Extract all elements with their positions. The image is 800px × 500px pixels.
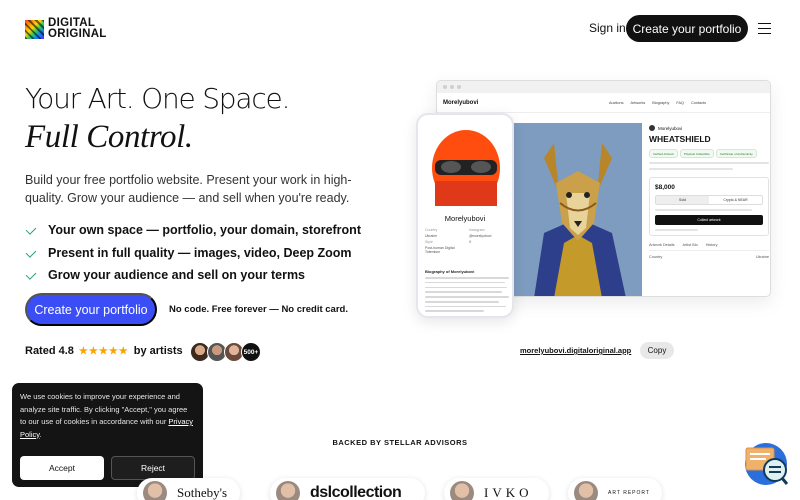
partner-card: IVKO xyxy=(444,478,549,500)
create-portfolio-button[interactable]: Create your portfolio xyxy=(25,293,157,326)
hamburger-menu-icon[interactable] xyxy=(758,23,771,34)
preview-nav-link: Auctions xyxy=(608,100,624,105)
artwork-chips: Verified Artwork Physical Collectible Ce… xyxy=(649,149,769,158)
country-row: Country Ukraine xyxy=(649,255,769,259)
price-box: $8,000 Sold Crypto & NEAR Collect artwor… xyxy=(649,177,769,236)
artwork-image xyxy=(514,123,642,296)
rating: Rated 4.8 ★★★★★ by artists xyxy=(25,345,183,357)
chip: Physical Collectible xyxy=(679,149,714,158)
cookie-text: We use cookies to improve your experienc… xyxy=(20,392,194,439)
artist-avatars: 500+ xyxy=(190,342,261,362)
preview-nav-link: FAQ xyxy=(676,100,685,105)
artist-portrait-image xyxy=(427,126,505,206)
partner-name: ART REPORT xyxy=(608,490,650,496)
hero-title-line-2: Full Control. xyxy=(25,119,193,155)
artwork-details-panel: Morelyubovi WHEATSHIELD Verified Artwork… xyxy=(649,125,769,259)
preview-site-name: Morelyubovi xyxy=(443,99,479,106)
partner-name: dslcollection xyxy=(310,484,402,500)
partner-card: Sotheby's xyxy=(137,478,240,500)
artwork-title: WHEATSHIELD xyxy=(649,134,711,144)
create-portfolio-header-button[interactable]: Create your portfolio xyxy=(626,15,748,42)
chip: Verified Artwork xyxy=(649,149,678,158)
logo-mark-icon xyxy=(25,19,44,39)
artist-portrait-icon xyxy=(427,126,505,206)
preview-nav-links: Auctions Artworks Biography FAQ Contacts xyxy=(609,101,706,105)
rating-suffix: by artists xyxy=(133,345,183,357)
partner-avatar xyxy=(450,481,474,500)
artists-count-badge: 500+ xyxy=(241,342,261,362)
preview-nav-link: Contacts xyxy=(691,100,706,105)
logo-line-2: ORIGINAL xyxy=(48,28,107,40)
portfolio-mobile-preview: Morelyubovi Country Instagram Ukraine @mor… xyxy=(416,113,514,318)
partner-avatar xyxy=(574,481,598,500)
portfolio-url[interactable]: morelyubovi.digitaloriginal.app xyxy=(520,346,631,355)
check-icon xyxy=(25,270,41,280)
hero-subtitle: Build your free portfolio website. Prese… xyxy=(25,173,352,205)
landing-page: DIGITAL ORIGINAL Sign in Create your por… xyxy=(0,0,800,500)
payment-tab[interactable]: Sold xyxy=(656,196,709,204)
chip: Certificate of Authenticity xyxy=(715,149,757,158)
dog-artwork-icon xyxy=(514,123,642,296)
phone-bio-text xyxy=(425,277,509,315)
browser-bar xyxy=(437,81,770,93)
artwork-tab[interactable]: History xyxy=(706,243,718,247)
preview-nav: Morelyubovi Auctions Artworks Biography … xyxy=(437,93,770,113)
artwork-tab[interactable]: Artwork Details xyxy=(649,243,675,247)
accept-cookies-button[interactable]: Accept xyxy=(20,456,104,480)
preview-nav-link: Biography xyxy=(652,100,670,105)
payment-tab[interactable]: Crypto & NEAR xyxy=(709,196,762,204)
feature-text: Grow your audience and sell on your term… xyxy=(48,268,306,283)
feature-text: Your own space — portfolio, your domain,… xyxy=(48,223,361,238)
feature-item: Grow your audience and sell on your term… xyxy=(25,264,361,287)
partner-name: Sotheby's xyxy=(177,485,228,500)
artwork-tabs: Artwork Details Artist Bio History xyxy=(649,243,769,251)
partner-avatar xyxy=(276,481,300,500)
feature-text: Present in full quality — images, video,… xyxy=(48,245,352,260)
partner-name: IVKO xyxy=(484,485,533,500)
rating-value: Rated 4.8 xyxy=(25,345,74,357)
check-icon xyxy=(25,225,41,235)
preview-nav-link: Artworks xyxy=(630,100,646,105)
partner-avatar xyxy=(143,481,167,500)
phone-artist-name: Morelyubovi xyxy=(444,214,486,223)
feature-item: Your own space — portfolio, your domain,… xyxy=(25,219,361,242)
phone-artist-info: Country Instagram Ukraine @morelyubovi Sty… xyxy=(425,228,492,254)
hero-title-line-1: Your Art. One Space. xyxy=(25,82,290,115)
reject-cookies-button[interactable]: Reject xyxy=(111,456,195,480)
logo[interactable]: DIGITAL ORIGINAL xyxy=(25,17,107,40)
partner-card: dslcollection xyxy=(270,478,425,500)
sign-in-link[interactable]: Sign in xyxy=(589,21,626,35)
feature-list: Your own space — portfolio, your domain,… xyxy=(25,219,361,287)
phone-bio-title: Biography of Morelyubovi xyxy=(425,269,475,274)
copy-url-button[interactable]: Copy xyxy=(640,342,674,359)
chat-support-icon[interactable] xyxy=(744,442,789,486)
artwork-tab[interactable]: Artist Bio xyxy=(683,243,698,247)
check-icon xyxy=(25,248,41,258)
backed-by-heading: BACKED BY STELLAR ADVISORS xyxy=(332,438,468,447)
payment-tabs: Sold Crypto & NEAR xyxy=(655,195,763,205)
collect-artwork-button[interactable]: Collect artwork xyxy=(655,215,763,225)
cta-note: No code. Free forever — No credit card. xyxy=(169,304,348,315)
partner-card: ART REPORT xyxy=(568,478,662,500)
star-rating-icon: ★★★★★ xyxy=(78,345,129,357)
feature-item: Present in full quality — images, video,… xyxy=(25,242,361,265)
artwork-price: $8,000 xyxy=(655,184,675,191)
logo-text: DIGITAL ORIGINAL xyxy=(48,17,107,40)
artwork-artist: Morelyubovi xyxy=(649,125,769,131)
cookie-banner: We use cookies to improve your experienc… xyxy=(12,383,203,487)
